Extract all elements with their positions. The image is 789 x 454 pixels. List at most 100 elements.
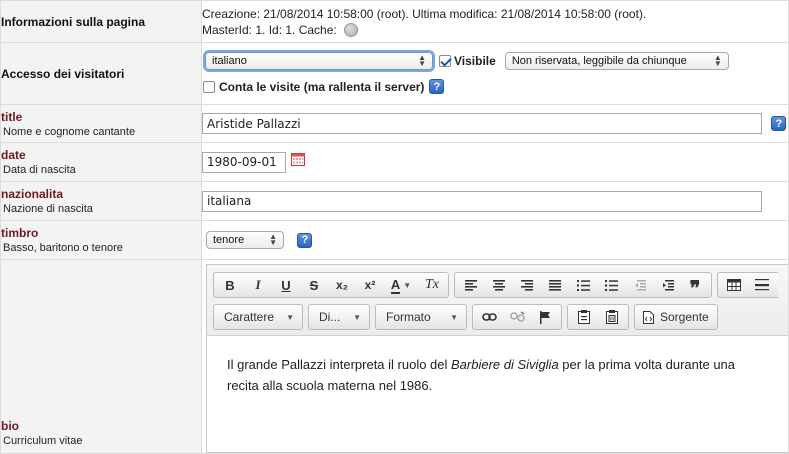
numbered-list-icon[interactable] — [569, 273, 597, 297]
nazionalita-input[interactable]: italiana — [202, 190, 762, 212]
underline-button[interactable]: U — [272, 273, 300, 297]
title-field-name: title — [1, 109, 23, 124]
select-arrows-icon: ▲ ▼ — [418, 52, 426, 68]
info-ids: MasterId: 1. Id: 1. Cache: — [202, 22, 788, 38]
source-button[interactable]: Sorgente — [637, 310, 715, 324]
info-ids-text: MasterId: 1. Id: 1. Cache: — [202, 22, 337, 37]
select-arrows-icon: ▲ ▼ — [713, 52, 722, 68]
access-value-cell: italiano ▲ ▼ Visibile Non riservata, legg… — [201, 42, 789, 105]
editor-toolbar: B I U S x₂ x² A ▼ Tx ❞ Carattere ▼ Di...… — [207, 265, 788, 336]
help-icon[interactable]: ? — [297, 232, 313, 248]
timbro-value-cell: tenore ▲ ▼ ? — [201, 220, 789, 260]
dropdown-arrow-icon: ▼ — [286, 312, 294, 322]
toolbar-row-2: Carattere ▼ Di... ▼ Formato ▼ W Sorgente — [213, 301, 782, 333]
info-created-modified: Creazione: 21/08/2014 10:58:00 (root). U… — [202, 6, 647, 21]
bold-button[interactable]: B — [216, 273, 244, 297]
unlink-icon[interactable] — [503, 305, 531, 329]
blockquote-button[interactable]: ❞ — [681, 273, 709, 300]
table-icon[interactable] — [720, 273, 748, 297]
anchor-flag-icon[interactable] — [531, 305, 559, 329]
strikethrough-button[interactable]: S — [300, 273, 328, 297]
cache-status-icon[interactable] — [344, 23, 359, 38]
timbro-label-cell: timbro Basso, baritono o tenore — [0, 220, 202, 260]
access-bottom-line: Conta le visite (ma rallenta il server) … — [202, 76, 788, 98]
rich-text-editor: B I U S x₂ x² A ▼ Tx ❞ Carattere ▼ Di...… — [206, 264, 788, 453]
link-icon[interactable] — [475, 305, 503, 329]
styles-combo-label: Carattere — [224, 310, 275, 324]
paragraph-group: ❞ — [454, 272, 712, 300]
toolbar-row-1: B I U S x₂ x² A ▼ Tx ❞ — [213, 269, 782, 301]
title-label-cell: title Nome e cognome cantante — [0, 104, 202, 143]
styles-combo[interactable]: Carattere ▼ — [213, 304, 303, 330]
bio-text-emphasis: Barbiere di Siviglia — [451, 357, 559, 372]
text-color-letter: A — [390, 276, 401, 294]
access-label-cell: Accesso dei visitatori — [0, 42, 202, 105]
nazionalita-field-name: nazionalita — [1, 187, 64, 201]
bulleted-list-icon[interactable] — [597, 273, 625, 297]
title-row: title Nome e cognome cantante Aristide P… — [0, 104, 789, 143]
dropdown-arrow-icon: ▼ — [353, 312, 361, 322]
count-visits-checkbox[interactable] — [203, 80, 215, 93]
timbro-select[interactable]: tenore ▲ ▼ — [206, 231, 284, 249]
format-combo[interactable]: Formato ▼ — [375, 304, 467, 330]
timbro-row: timbro Basso, baritono o tenore tenore ▲… — [0, 220, 789, 260]
info-label: Informazioni sulla pagina — [1, 14, 146, 29]
help-icon[interactable]: ? — [771, 116, 787, 131]
source-button-label: Sorgente — [660, 310, 709, 324]
timbro-field-desc: Basso, baritono o tenore — [3, 242, 123, 254]
access-label: Accesso dei visitatori — [1, 66, 125, 81]
align-center-icon[interactable] — [485, 273, 513, 297]
help-icon[interactable]: ? — [429, 79, 445, 94]
horizontal-rule-icon[interactable] — [748, 273, 776, 297]
bio-row: bio Curriculum vitae B I U S x₂ x² A ▼ T… — [0, 259, 789, 454]
align-left-icon[interactable] — [457, 273, 485, 297]
dropdown-arrow-icon: ▼ — [450, 312, 458, 322]
italic-button[interactable]: I — [244, 273, 272, 297]
text-color-button[interactable]: A ▼ — [384, 273, 418, 297]
title-field-desc: Nome e cognome cantante — [3, 125, 136, 138]
nazionalita-field-desc: Nazione di nascita — [3, 203, 93, 215]
bio-text-before: Il grande Pallazzi interpreta il ruolo d… — [227, 357, 452, 372]
visibility-select-value: Non riservata, leggibile da chiunque — [511, 54, 687, 67]
select-arrows-icon: ▲ ▼ — [269, 232, 277, 247]
align-right-icon[interactable] — [513, 273, 541, 297]
link-group — [472, 304, 562, 330]
basic-styles-group: B I U S x₂ x² A ▼ Tx — [213, 272, 449, 298]
language-select[interactable]: italiano ▲ ▼ — [205, 51, 433, 70]
page-form: Informazioni sulla pagina Creazione: 21/… — [0, 0, 789, 454]
svg-text:W: W — [610, 317, 615, 323]
title-value-cell: Aristide Pallazzi ? — [201, 104, 789, 143]
bio-field-name: bio — [1, 419, 19, 433]
date-row: date Data di nascita 1980-09-01 — [0, 142, 789, 182]
access-row: Accesso dei visitatori italiano ▲ ▼ Visib… — [0, 42, 789, 105]
title-input[interactable]: Aristide Pallazzi — [202, 113, 762, 134]
paste-word-icon[interactable]: W — [598, 305, 626, 329]
source-icon — [643, 310, 654, 324]
language-select-value: italiano — [212, 54, 247, 67]
visible-label: Visibile — [454, 53, 496, 68]
source-group: Sorgente — [634, 304, 718, 330]
nazionalita-label-cell: nazionalita Nazione di nascita — [0, 181, 202, 221]
visible-checkbox[interactable] — [439, 54, 451, 67]
bio-value-cell: B I U S x₂ x² A ▼ Tx ❞ Carattere ▼ Di...… — [201, 259, 789, 454]
info-row: Informazioni sulla pagina Creazione: 21/… — [0, 0, 789, 43]
subscript-button[interactable]: x₂ — [328, 273, 356, 297]
editor-content-area[interactable]: Il grande Pallazzi interpreta il ruolo d… — [207, 336, 788, 452]
superscript-button[interactable]: x² — [356, 273, 384, 297]
timbro-select-value: tenore — [213, 234, 245, 246]
justify-icon[interactable] — [541, 273, 569, 297]
font-size-combo[interactable]: Di... ▼ — [308, 304, 370, 330]
date-input[interactable]: 1980-09-01 — [202, 151, 286, 173]
calendar-icon[interactable] — [291, 152, 306, 166]
date-field-desc: Data di nascita — [3, 164, 76, 176]
dropdown-arrow-icon: ▼ — [403, 280, 412, 290]
indent-icon[interactable] — [653, 273, 681, 297]
access-top-line: italiano ▲ ▼ Visibile Non riservata, legg… — [202, 50, 788, 72]
outdent-icon[interactable] — [625, 273, 653, 297]
info-label-cell: Informazioni sulla pagina — [0, 0, 202, 43]
remove-format-button[interactable]: Tx — [418, 273, 446, 297]
info-value-cell: Creazione: 21/08/2014 10:58:00 (root). U… — [201, 0, 789, 43]
count-visits-label: Conta le visite (ma rallenta il server) — [219, 79, 425, 94]
visibility-select[interactable]: Non riservata, leggibile da chiunque ▲ ▼ — [504, 51, 729, 70]
paste-text-icon[interactable] — [570, 305, 598, 329]
